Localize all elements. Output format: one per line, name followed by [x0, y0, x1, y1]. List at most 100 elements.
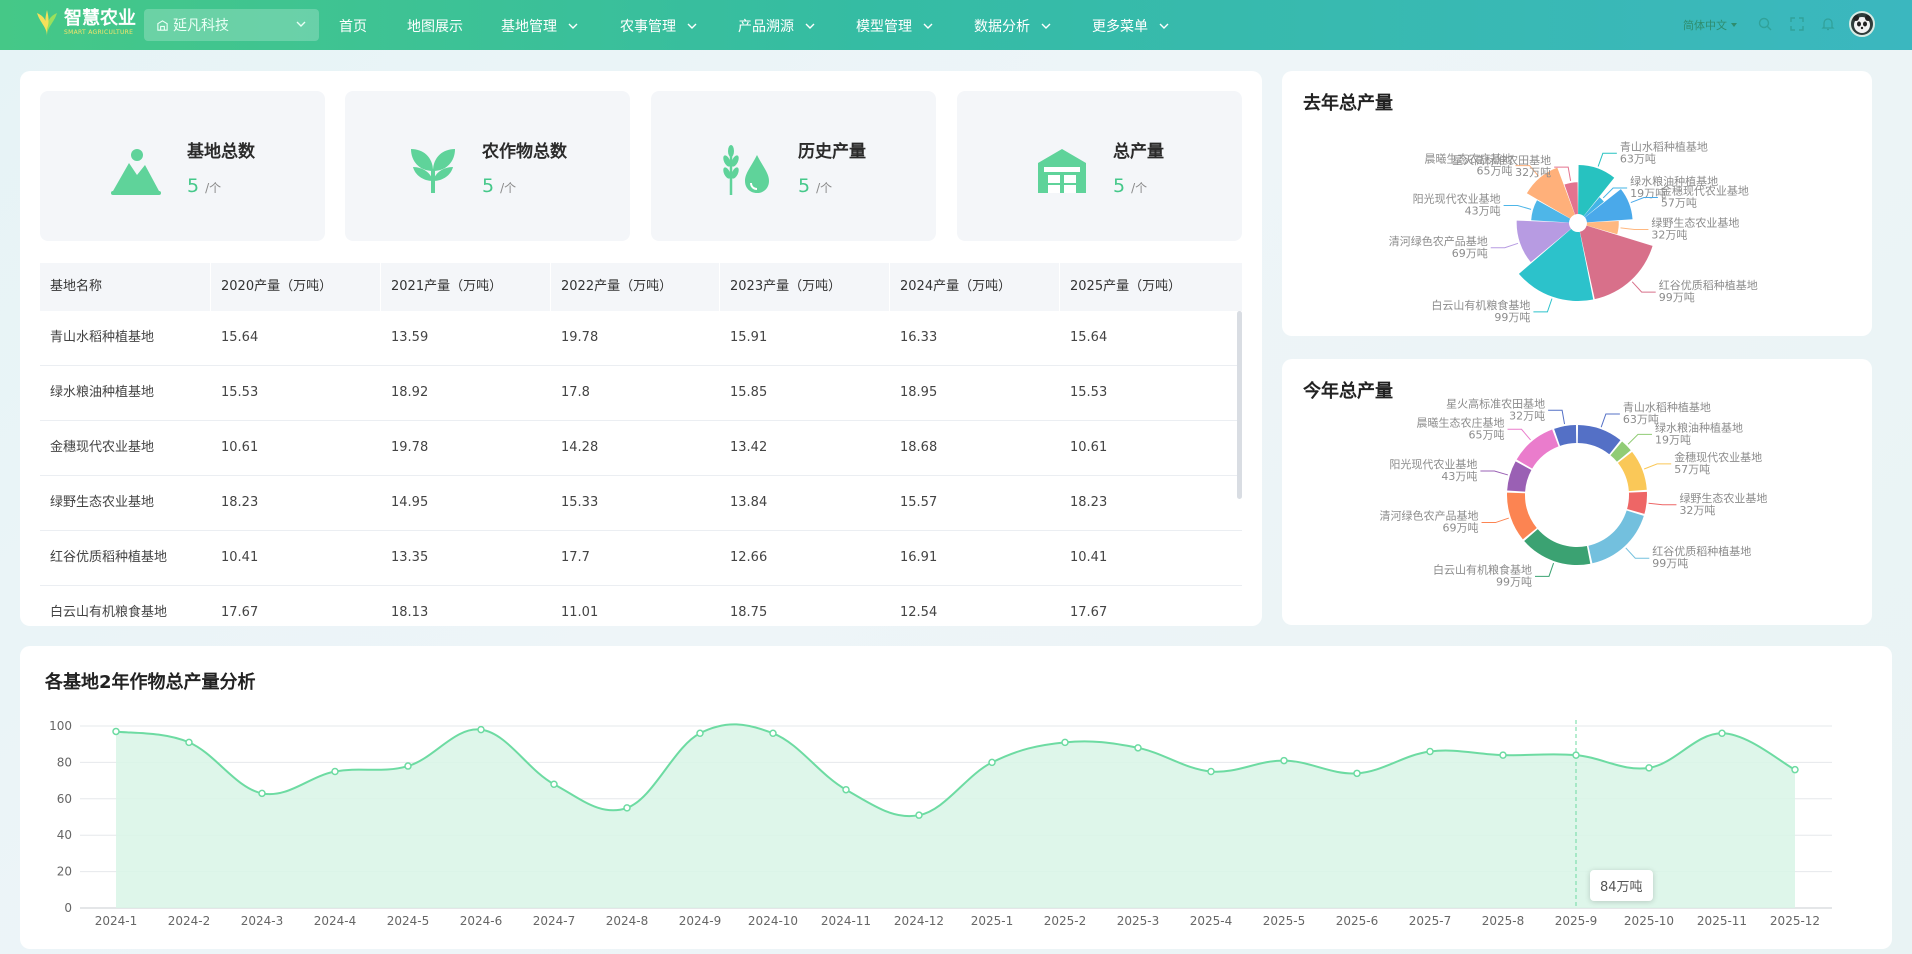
bell-icon[interactable] [1821, 17, 1835, 31]
table-row[interactable]: 绿水粮油种植基地 15.53 18.92 17.8 15.85 18.95 15.53 [40, 366, 1242, 421]
nav-item-5[interactable]: 模型管理 [856, 16, 934, 36]
data-point[interactable] [477, 725, 485, 734]
data-point[interactable] [1061, 738, 1069, 747]
nav-item-7[interactable]: 更多菜单 [1092, 16, 1170, 36]
donut-slice[interactable] [1588, 510, 1644, 564]
data-point[interactable] [1791, 765, 1799, 774]
app-logo[interactable]: 智慧农业 SMART AGRICULTURE [36, 9, 136, 37]
donut-slice[interactable] [1516, 429, 1559, 469]
stat-value-row: 5/个 [482, 175, 516, 197]
stat-label: 农作物总数 [482, 142, 567, 162]
table-row[interactable]: 金穗现代农业基地 10.61 19.78 14.28 13.42 18.68 10.61 [40, 421, 1242, 476]
cell-yield: 14.95 [391, 495, 429, 510]
data-point[interactable] [258, 789, 266, 798]
chevron-down-icon [805, 23, 815, 29]
data-point[interactable] [1207, 767, 1215, 776]
cell-yield: 15.64 [221, 330, 259, 345]
stat-value: 5 [482, 175, 495, 197]
cell-yield: 15.53 [221, 385, 259, 400]
donut-slice[interactable] [1617, 451, 1647, 492]
organization-select[interactable]: 延凡科技 [144, 9, 319, 41]
data-point[interactable] [404, 762, 412, 770]
panda-avatar-icon [1853, 15, 1871, 33]
nav-item-label: 产品溯源 [738, 19, 794, 35]
label-leader-line [1480, 470, 1508, 476]
data-point[interactable] [1426, 747, 1434, 756]
slice-value-label: 32万吨 [1509, 409, 1545, 422]
wheat-drop-icon [723, 145, 769, 195]
data-point[interactable] [185, 738, 193, 747]
y-tick-label: 60 [57, 792, 72, 806]
data-point[interactable] [1280, 756, 1288, 765]
chevron-down-icon [1159, 23, 1169, 29]
user-avatar[interactable] [1849, 11, 1875, 37]
cell-yield: 13.84 [730, 495, 768, 510]
data-point[interactable] [1645, 764, 1653, 772]
nav-item-4[interactable]: 产品溯源 [738, 16, 816, 36]
data-point[interactable] [112, 727, 120, 736]
data-point[interactable] [842, 785, 850, 794]
search-icon[interactable] [1758, 17, 1772, 31]
cell-yield: 17.7 [561, 550, 590, 565]
nav-item-2[interactable]: 基地管理 [501, 16, 579, 36]
x-tick-label: 2025-12 [1770, 914, 1820, 928]
data-point[interactable] [1572, 751, 1580, 759]
nav-item-label: 模型管理 [856, 19, 912, 35]
donut-slice[interactable] [1524, 529, 1591, 565]
nav-item-0[interactable]: 首页 [339, 16, 367, 36]
stat-card-1[interactable]: 农作物总数 5/个 [345, 91, 630, 241]
table-row[interactable]: 绿野生态农业基地 18.23 14.95 15.33 13.84 15.57 18.23 [40, 476, 1242, 531]
data-point[interactable] [1353, 769, 1361, 778]
cell-base-name: 金穗现代农业基地 [50, 440, 155, 455]
donut-slice[interactable] [1554, 425, 1577, 446]
cell-yield: 16.91 [900, 550, 938, 565]
data-point[interactable] [1134, 744, 1142, 752]
data-point[interactable] [1718, 729, 1726, 738]
data-point[interactable] [331, 767, 339, 776]
nav-item-1[interactable]: 地图展示 [407, 16, 463, 36]
cell-yield: 14.28 [561, 440, 599, 455]
cell-yield: 13.42 [730, 440, 768, 455]
data-point[interactable] [696, 729, 704, 738]
logo-title: 智慧农业 [64, 8, 136, 29]
slice-name-label: 金穗现代农业基地 [1674, 450, 1762, 464]
chevron-down-icon [1041, 23, 1051, 29]
stat-card-0[interactable]: 基地总数 5/个 [40, 91, 325, 241]
x-tick-label: 2025-7 [1409, 914, 1452, 928]
cell-yield: 15.91 [730, 330, 768, 345]
nav-item-6[interactable]: 数据分析 [974, 16, 1052, 36]
y-tick-label: 0 [64, 901, 72, 915]
donut-slice[interactable] [1507, 492, 1537, 540]
slice-value-label: 57万吨 [1661, 196, 1697, 209]
slice-value-label: 43万吨 [1441, 470, 1477, 483]
data-point[interactable] [550, 780, 558, 788]
table-row[interactable]: 青山水稻种植基地 15.64 13.59 19.78 15.91 16.33 15.64 [40, 311, 1242, 366]
label-leader-line [1548, 409, 1566, 425]
fullscreen-icon[interactable] [1790, 17, 1804, 31]
stat-card-2[interactable]: 历史产量 5/个 [651, 91, 936, 241]
table-row[interactable]: 红谷优质稻种植基地 10.41 13.35 17.7 12.66 16.91 10.41 [40, 531, 1242, 586]
stat-card-3[interactable]: 总产量 5/个 [957, 91, 1242, 241]
nav-item-3[interactable]: 农事管理 [620, 16, 698, 36]
data-point[interactable] [988, 758, 996, 767]
cell-yield: 19.78 [561, 330, 599, 345]
language-label: 简体中文 [1683, 19, 1727, 32]
data-point[interactable] [915, 811, 923, 819]
table-row[interactable]: 白云山有机粮食基地 17.67 18.13 11.01 18.75 12.54 17.67 [40, 586, 1242, 626]
x-tick-label: 2024-7 [533, 914, 576, 928]
slice-name-label: 红谷优质稻种植基地 [1659, 278, 1758, 292]
table-scrollbar[interactable] [1237, 311, 1242, 499]
label-leader-line [1600, 413, 1620, 428]
table-header: 基地名称 2020产量（万吨） 2021产量（万吨） 2022产量（万吨） 2023产量… [40, 263, 1242, 311]
cell-yield: 16.33 [900, 330, 938, 345]
data-point[interactable] [623, 804, 631, 812]
data-point[interactable] [769, 729, 777, 738]
donut-slice[interactable] [1577, 425, 1621, 455]
language-switcher[interactable]: 简体中文 [1683, 17, 1737, 33]
donut-slice[interactable] [1627, 491, 1647, 514]
x-tick-label: 2025-11 [1697, 914, 1747, 928]
cell-yield: 15.53 [1070, 385, 1108, 400]
nav-item-label: 首页 [339, 19, 367, 35]
data-point[interactable] [1499, 751, 1507, 759]
cell-yield: 19.78 [391, 440, 429, 455]
